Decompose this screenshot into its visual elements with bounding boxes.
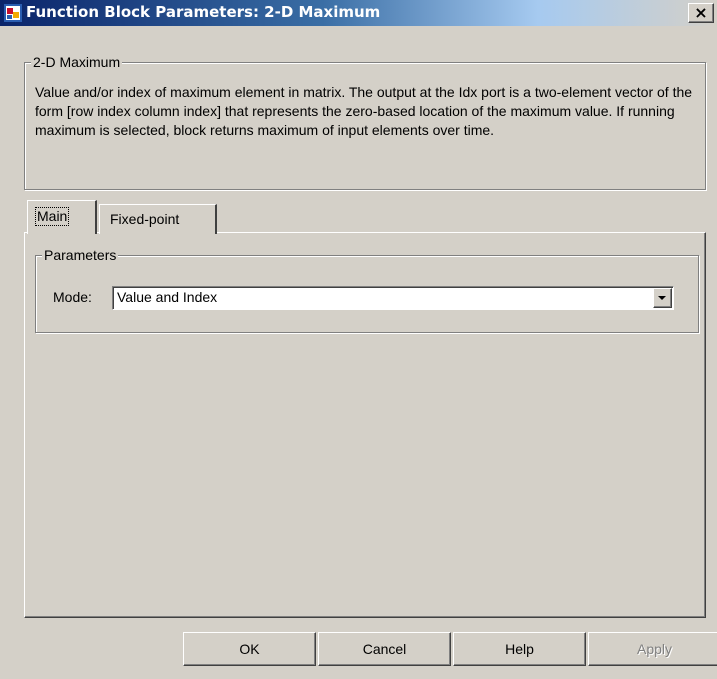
- tab-main[interactable]: Main: [27, 200, 97, 234]
- description-group: 2-D Maximum Value and/or index of maximu…: [24, 54, 706, 190]
- parameters-group-legend: Parameters: [42, 247, 119, 263]
- simulink-block-icon: [4, 4, 22, 22]
- mode-dropdown[interactable]: Value and Index: [112, 286, 674, 310]
- help-button[interactable]: Help: [453, 632, 586, 666]
- close-icon: ×: [694, 3, 708, 22]
- block-description: Value and/or index of maximum element in…: [35, 84, 693, 138]
- cancel-button[interactable]: Cancel: [318, 632, 451, 666]
- window-title: Function Block Parameters: 2-D Maximum: [26, 3, 381, 21]
- dialog-window: Function Block Parameters: 2-D Maximum ×…: [0, 0, 717, 679]
- mode-dropdown-button[interactable]: [653, 288, 672, 308]
- tab-fixed-point-label: Fixed-point: [110, 211, 180, 227]
- chevron-down-icon: [658, 296, 666, 300]
- description-group-legend: 2-D Maximum: [31, 54, 123, 70]
- tab-fixed-point[interactable]: Fixed-point: [99, 204, 217, 234]
- mode-label: Mode:: [53, 289, 92, 305]
- tab-main-label: Main: [35, 207, 70, 226]
- close-button[interactable]: ×: [688, 3, 714, 23]
- ok-button[interactable]: OK: [183, 632, 316, 666]
- title-bar[interactable]: Function Block Parameters: 2-D Maximum ×: [0, 0, 717, 26]
- apply-button: Apply: [588, 632, 717, 666]
- parameters-group: Parameters Mode: Value and Index: [35, 247, 699, 333]
- main-tab-panel: Parameters Mode: Value and Index: [24, 232, 706, 618]
- mode-selected-value: Value and Index: [117, 289, 218, 305]
